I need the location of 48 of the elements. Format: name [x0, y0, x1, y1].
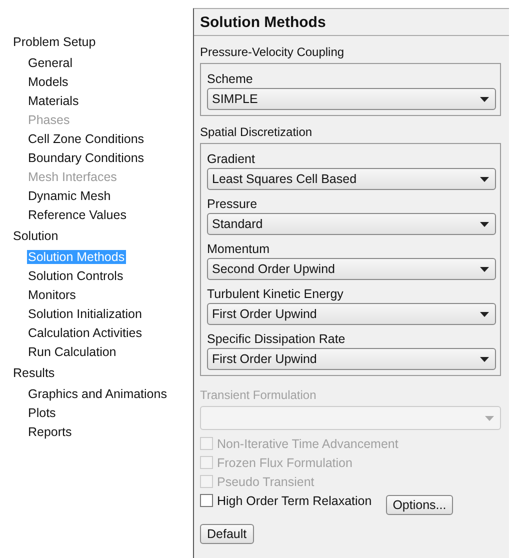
tree-item[interactable]: Models: [27, 75, 70, 89]
dropdown-arrow-icon: [480, 96, 489, 102]
checkbox-label: Non-Iterative Time Advancement: [217, 436, 398, 450]
tree-item[interactable]: General: [27, 56, 74, 70]
tree-item[interactable]: Cell Zone Conditions: [27, 132, 146, 146]
dropdown-arrow-icon: [480, 176, 489, 182]
tree-item[interactable]: Solution Initialization: [27, 307, 143, 321]
tree-item[interactable]: Plots: [27, 406, 57, 420]
tree-item[interactable]: Solution Controls: [27, 269, 124, 283]
tree-item[interactable]: Materials: [27, 94, 80, 108]
dropdown-arrow-icon: [485, 416, 494, 420]
dropdown[interactable]: Standard: [207, 213, 496, 235]
tree-item[interactable]: Boundary Conditions: [27, 151, 146, 165]
field-label: Momentum: [207, 241, 271, 258]
tree-section-header: Problem Setup: [13, 34, 97, 51]
group-label: Spatial Discretization: [200, 121, 501, 144]
dropdown[interactable]: SIMPLE: [207, 88, 496, 110]
dropdown-arrow-icon: [480, 312, 489, 316]
panel-title: Solution Methods: [200, 14, 326, 30]
dropdown[interactable]: Least Squares Cell Based: [207, 168, 496, 190]
field-label: Gradient: [207, 151, 256, 168]
tree-item[interactable]: Reports: [27, 425, 73, 439]
checkbox-label: Pseudo Transient: [217, 474, 314, 488]
tree-item[interactable]: Reference Values: [27, 208, 128, 222]
group-label: Pressure-Velocity Coupling: [200, 41, 501, 64]
dropdown[interactable]: First Order Upwind: [207, 303, 496, 325]
field-label: Scheme: [207, 71, 254, 88]
field-label: Turbulent Kinetic Energy: [207, 286, 344, 303]
checkbox-label: High Order Term Relaxation: [217, 494, 372, 508]
tree-item[interactable]: Run Calculation: [27, 345, 118, 359]
dropdown[interactable]: First Order Upwind: [207, 348, 496, 370]
tree-item[interactable]: Dynamic Mesh: [27, 189, 112, 203]
tree-item[interactable]: Monitors: [27, 288, 77, 302]
dropdown[interactable]: Second Order Upwind: [207, 258, 496, 280]
tree-item[interactable]: Graphics and Animations: [27, 387, 168, 401]
field-label: Pressure: [207, 196, 258, 213]
dropdown-arrow-icon: [480, 266, 489, 272]
tree-item[interactable]: Calculation Activities: [27, 326, 143, 340]
tree-section-header: Solution: [13, 228, 60, 245]
field-label: Transient Formulation: [200, 387, 318, 404]
checkbox[interactable]: [200, 494, 213, 507]
dropdown-arrow-icon: [480, 222, 489, 226]
dropdown-arrow-icon: [480, 356, 489, 362]
options-button[interactable]: Options...: [386, 494, 454, 514]
field-label: Specific Dissipation Rate: [207, 331, 346, 348]
tree-section-header: Results: [13, 365, 56, 382]
default-button[interactable]: Default: [200, 524, 254, 544]
checkbox-label: Frozen Flux Formulation: [217, 456, 352, 470]
